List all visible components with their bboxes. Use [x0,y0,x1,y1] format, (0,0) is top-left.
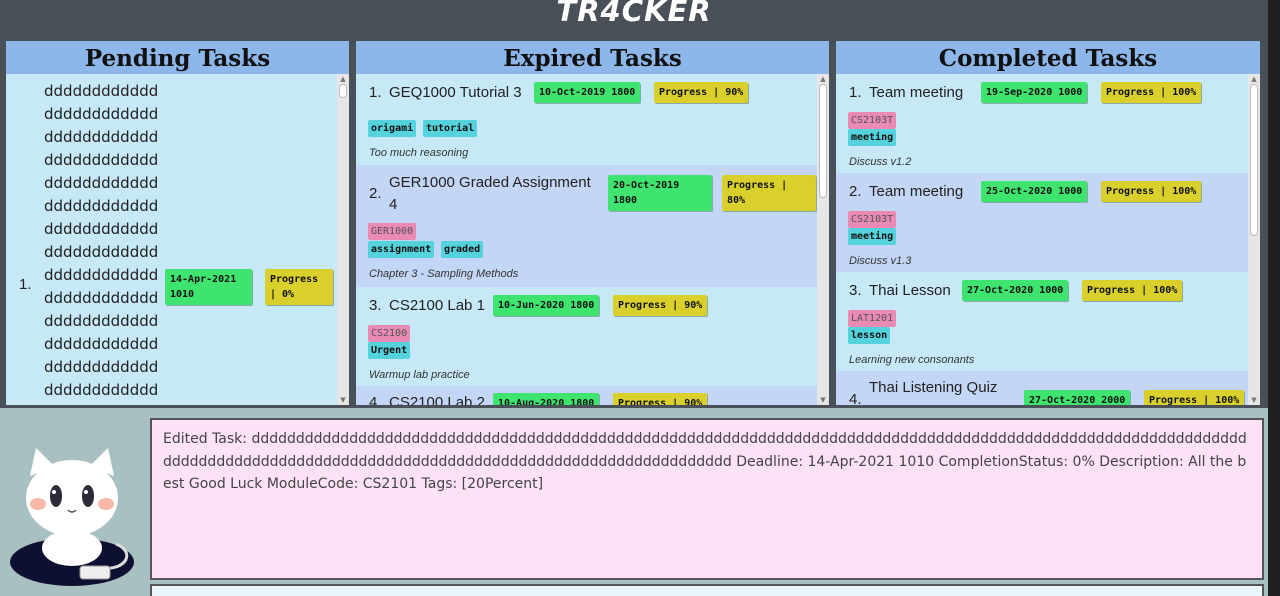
progress-badge: Progress | 100% [1082,280,1183,301]
pending-task-card[interactable]: 1. dddddddddddd dddddddddddd ddddddddddd… [6,74,337,405]
scroll-down-icon[interactable]: ▼ [337,395,349,405]
module-tag: CS2100 [368,325,411,342]
progress-badge: Progress | 80% [722,175,816,211]
result-display: Edited Task: ddddddddddddddddddddddddddd… [150,418,1264,580]
expired-task-list[interactable]: 1. GEQ1000 Tutorial 3 10-Oct-2019 1800 P… [356,74,817,405]
tag-chip: assignment [368,241,435,258]
progress-badge: Progress | 100% [1101,82,1202,103]
task-index: 1. [369,84,382,101]
tag-chip: tutorial [423,120,478,137]
tag-chip: meeting [848,129,897,146]
task-description: Chapter 3 - Sampling Methods [369,268,519,280]
tag-chip: graded [441,241,484,258]
task-name: GEQ1000 Tutorial 3 [389,84,522,101]
module-tag: CS2103T [848,112,897,129]
deadline-badge: 10-Aug-2020 1800 [493,393,600,405]
progress-badge: Progress | 100% [1144,390,1245,405]
scroll-thumb[interactable] [339,84,347,98]
scroll-down-icon[interactable]: ▼ [817,395,829,405]
deadline-badge: 27-Oct-2020 2000 [1024,390,1131,405]
completed-scrollbar[interactable]: ▲ ▼ [1248,74,1260,405]
tag-chip: origami [368,120,417,137]
task-name: GER1000 Graded Assignment 4 [389,174,591,213]
task-index: 3. [369,297,382,314]
completed-task-card[interactable]: 1. Team meeting 19-Sep-2020 1000 Progres… [836,74,1248,173]
expired-task-card[interactable]: 3. CS2100 Lab 1 10-Jun-2020 1800 Progres… [356,287,817,386]
module-tag: LAT1201 [848,310,897,327]
task-description: Learning new consonants [849,354,975,366]
task-name: Thai Listening Quiz [869,379,998,396]
window-edge [1268,0,1280,596]
task-index: 3. [849,282,862,299]
task-description: Discuss v1.3 [849,255,912,267]
task-name: CS2100 Lab 1 [389,297,485,314]
task-name: dddddddddddd dddddddddddd dddddddddddd d… [44,82,159,399]
result-message: Edited Task: ddddddddddddddddddddddddddd… [163,431,1247,492]
expired-tasks-header: Expired Tasks [356,41,829,74]
expired-tasks-panel: Expired Tasks 1. GEQ1000 Tutorial 3 10-O… [356,41,829,405]
scroll-up-icon[interactable]: ▲ [817,74,829,84]
completed-task-card[interactable]: 4. Thai Listening Quiz 27-Oct-2020 2000 … [836,371,1248,405]
scroll-up-icon[interactable]: ▲ [1248,74,1260,84]
deadline-badge: 14-Apr-2021 1010 [165,269,252,305]
completed-tasks-panel: Completed Tasks 1. Team meeting 19-Sep-2… [836,41,1260,405]
scroll-up-icon[interactable]: ▲ [337,74,349,84]
task-name: Team meeting [869,183,964,200]
deadline-badge: 25-Oct-2020 1000 [981,181,1088,202]
task-index: 4. [849,391,862,405]
deadline-badge: 10-Oct-2019 1800 [534,82,641,103]
task-index: 1. [19,276,32,293]
deadline-badge: 19-Sep-2020 1000 [981,82,1088,103]
task-name: CS2100 Lab 2 [389,394,485,405]
command-input[interactable] [150,584,1264,596]
app-title: TR4CKER [556,0,712,28]
progress-badge: Progress | 100% [1101,181,1202,202]
scroll-thumb[interactable] [1250,84,1258,236]
completed-tasks-header: Completed Tasks [836,41,1260,74]
expired-task-card[interactable]: 4. CS2100 Lab 2 10-Aug-2020 1800 Progres… [356,386,817,405]
task-name: Team meeting [869,84,964,101]
task-index: 4. [369,394,382,405]
progress-badge: Progress | 90% [613,295,708,316]
progress-badge: Progress | 0% [265,269,333,305]
task-description: Warmup lab practice [369,369,470,381]
task-index: 1. [849,84,862,101]
completed-task-list[interactable]: 1. Team meeting 19-Sep-2020 1000 Progres… [836,74,1248,405]
task-description: Too much reasoning [369,147,469,159]
tag-chip: Urgent [368,342,411,359]
expired-task-card[interactable]: 1. GEQ1000 Tutorial 3 10-Oct-2019 1800 P… [356,74,817,165]
pending-tasks-panel: Pending Tasks 1. dddddddddddd dddddddddd… [6,41,349,405]
scroll-thumb[interactable] [819,84,827,198]
expired-scrollbar[interactable]: ▲ ▼ [817,74,829,405]
module-tag: GER1000 [368,223,417,240]
progress-badge: Progress | 90% [613,393,708,405]
pending-scrollbar[interactable]: ▲ ▼ [337,74,349,405]
task-index: 2. [369,185,382,202]
pending-task-list[interactable]: 1. dddddddddddd dddddddddddd ddddddddddd… [6,74,337,405]
completed-task-card[interactable]: 2. Team meeting 25-Oct-2020 1000 Progres… [836,173,1248,272]
deadline-badge: 10-Jun-2020 1800 [493,295,600,316]
task-name: Thai Lesson [869,282,951,299]
title-bar: TR4CKER [0,0,1268,33]
task-index: 2. [849,183,862,200]
module-tag: CS2103T [848,211,897,228]
task-description: Discuss v1.2 [849,156,912,168]
completed-task-card[interactable]: 3. Thai Lesson 27-Oct-2020 1000 Progress… [836,272,1248,371]
pending-tasks-header: Pending Tasks [6,41,349,74]
progress-badge: Progress | 90% [654,82,749,103]
scroll-down-icon[interactable]: ▼ [1248,395,1260,405]
expired-task-card[interactable]: 2. GER1000 Graded Assignment 4 20-Oct-20… [356,165,817,287]
tag-chip: lesson [848,327,891,344]
deadline-badge: 27-Oct-2020 1000 [962,280,1069,301]
tag-chip: meeting [848,228,897,245]
deadline-badge: 20-Oct-2019 1800 [608,175,712,211]
cat-mascot-icon [8,440,136,590]
